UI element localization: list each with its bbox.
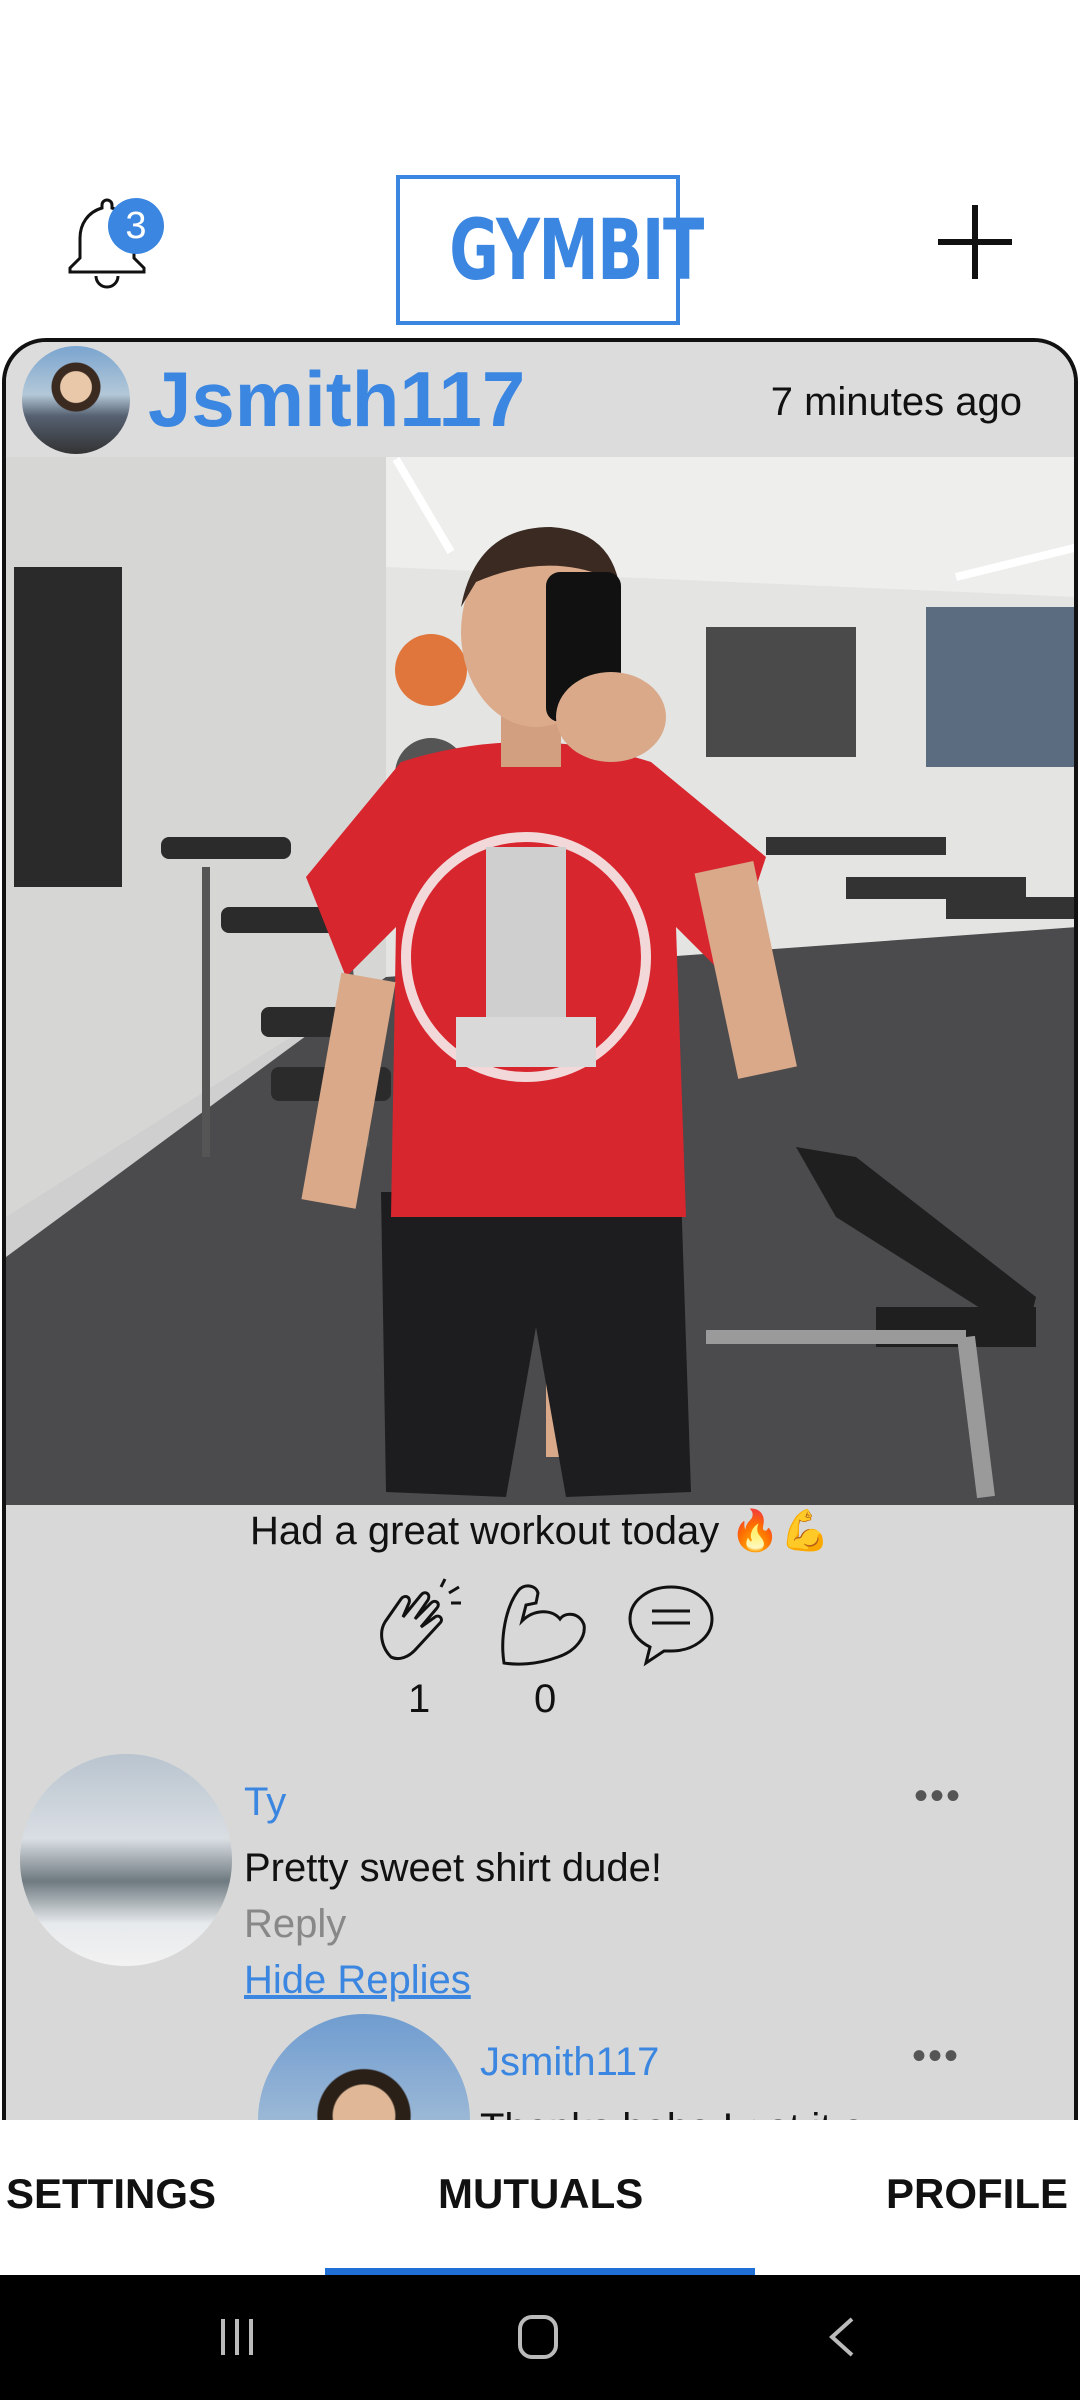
more-dots-icon[interactable]: ••• [914,1774,962,1819]
post-username[interactable]: Jsmith117 [148,354,525,445]
user-avatar[interactable] [22,346,130,454]
reply-author[interactable]: Jsmith117 [480,2040,659,2085]
clap-icon[interactable] [371,1577,465,1671]
flex-icon[interactable] [496,1577,590,1671]
post-header: Jsmith117 7 minutes ago [6,342,1074,457]
post-card: Jsmith117 7 minutes ago Had a great work… [2,338,1078,2138]
post-caption: Had a great workout today 🔥💪 [250,1509,830,1553]
back-icon[interactable] [822,2315,862,2359]
comment-text: Pretty sweet shirt dude! [244,1846,662,1890]
active-tab-indicator [325,2268,755,2275]
nav-settings[interactable]: SETTINGS [6,2170,216,2218]
add-post-icon[interactable] [936,203,1014,281]
hide-replies-link[interactable]: Hide Replies [244,1958,471,2003]
flex-count: 0 [534,1677,557,1721]
bottom-nav: SETTINGS MUTUALS PROFILE [0,2120,1080,2275]
recent-apps-icon[interactable] [215,2315,259,2359]
top-bar: 3 GYMBIT [0,0,1080,335]
app-logo: GYMBIT [396,175,704,325]
home-icon[interactable] [516,2313,560,2361]
reply-button[interactable]: Reply [244,1902,346,1947]
post-timestamp: 7 minutes ago [770,380,1022,424]
comment-icon[interactable] [624,1577,718,1671]
post-photo[interactable] [6,457,1074,1505]
notification-count-badge: 3 [108,198,164,254]
comment-author[interactable]: Ty [244,1780,286,1825]
nav-profile[interactable]: PROFILE [886,2170,1068,2218]
clap-count: 1 [408,1677,431,1721]
system-nav-bar [0,2275,1080,2400]
commenter-avatar[interactable] [20,1754,232,1966]
gym-selfie-illustration [6,457,1074,1505]
nav-mutuals[interactable]: MUTUALS [438,2170,643,2218]
more-dots-icon[interactable]: ••• [912,2034,960,2079]
